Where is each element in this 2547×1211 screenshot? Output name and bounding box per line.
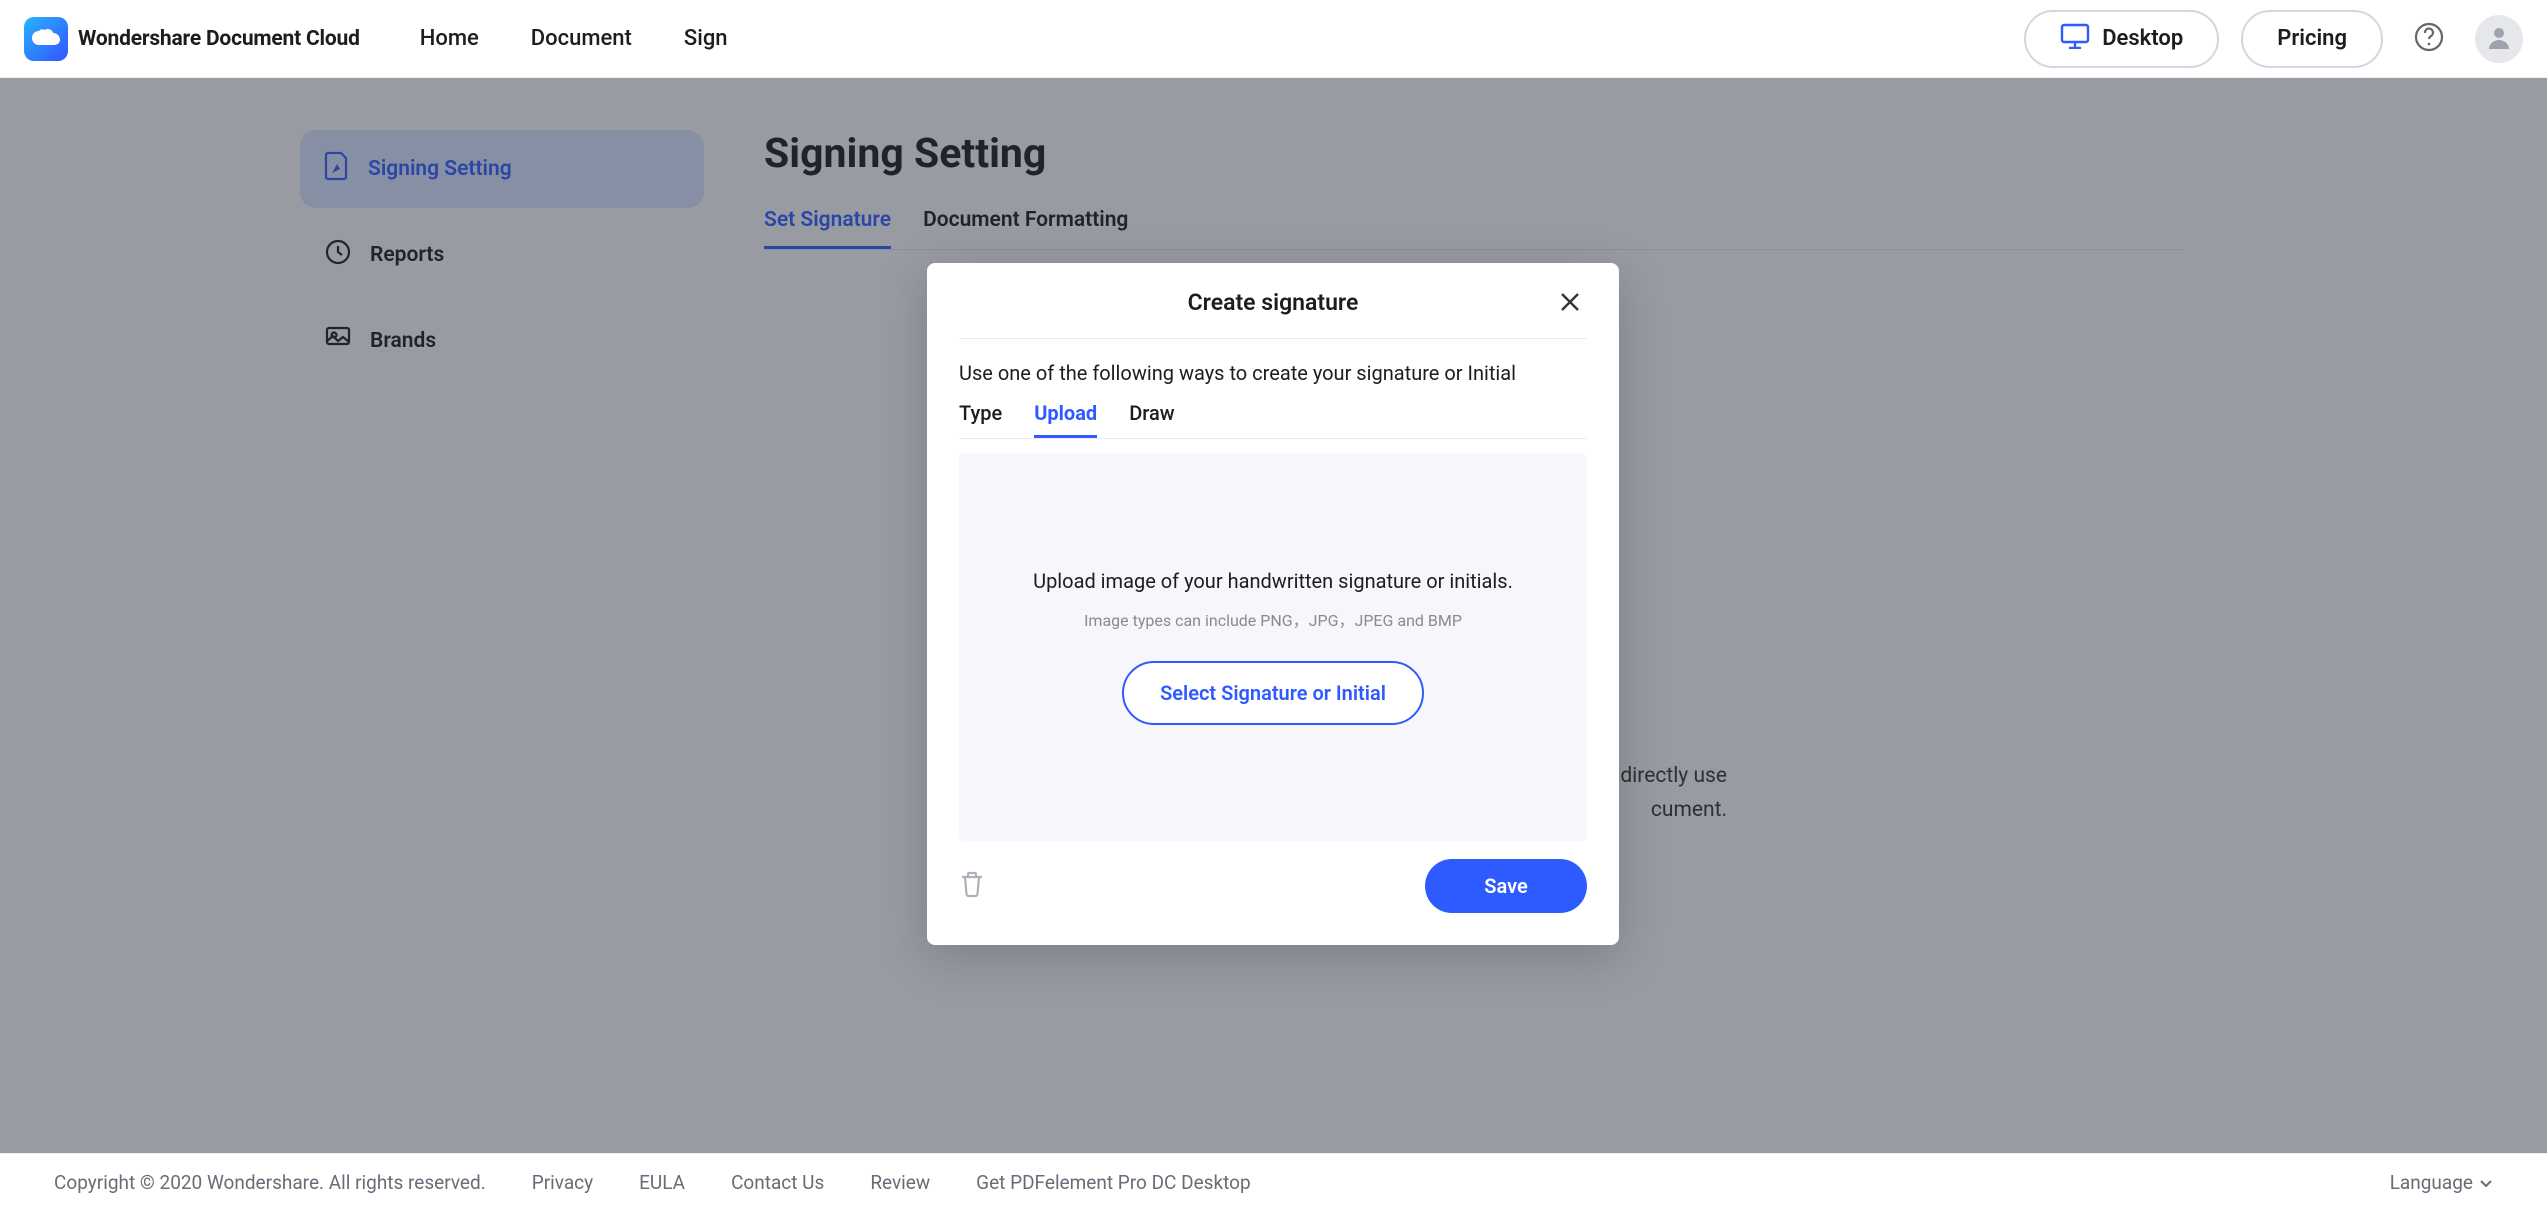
modal-title: Create signature [1188, 289, 1359, 316]
footer-contact[interactable]: Contact Us [731, 1171, 824, 1194]
close-icon [1559, 298, 1581, 317]
pricing-button[interactable]: Pricing [2241, 10, 2383, 68]
user-avatar[interactable] [2475, 15, 2523, 63]
desktop-button[interactable]: Desktop [2024, 10, 2219, 68]
chevron-down-icon [2479, 1171, 2493, 1194]
help-icon [2413, 21, 2445, 57]
desktop-label: Desktop [2102, 26, 2183, 51]
footer-get-desktop[interactable]: Get PDFelement Pro DC Desktop [976, 1171, 1251, 1194]
modal-footer: Save [959, 859, 1587, 913]
monitor-icon [2060, 23, 2090, 55]
nav-document[interactable]: Document [531, 26, 632, 51]
brand-name: Wondershare Document Cloud [78, 27, 360, 51]
footer-review[interactable]: Review [870, 1171, 930, 1194]
upload-dropzone[interactable]: Upload image of your handwritten signatu… [959, 453, 1587, 841]
upload-instruction: Upload image of your handwritten signatu… [1033, 569, 1513, 593]
modal-subtitle: Use one of the following ways to create … [959, 339, 1587, 401]
brand-logo[interactable]: Wondershare Document Cloud [24, 17, 360, 61]
app-footer: Copyright © 2020 Wondershare. All rights… [0, 1153, 2547, 1211]
save-button[interactable]: Save [1425, 859, 1587, 913]
footer-privacy[interactable]: Privacy [532, 1171, 593, 1194]
help-button[interactable] [2405, 15, 2453, 63]
select-signature-button[interactable]: Select Signature or Initial [1122, 661, 1424, 725]
trash-icon [959, 883, 985, 902]
nav-sign[interactable]: Sign [684, 26, 728, 51]
modal-close-button[interactable] [1559, 291, 1587, 319]
app-header: Wondershare Document Cloud Home Document… [0, 0, 2547, 78]
nav-home[interactable]: Home [420, 26, 479, 51]
language-label: Language [2390, 1171, 2473, 1194]
footer-left: Copyright © 2020 Wondershare. All rights… [54, 1171, 1251, 1194]
signature-tab-type[interactable]: Type [959, 401, 1002, 438]
top-nav: Home Document Sign [420, 26, 728, 51]
header-actions: Desktop Pricing [2024, 10, 2523, 68]
upload-file-types-hint: Image types can include PNG，JPG，JPEG and… [1084, 607, 1462, 631]
user-icon [2485, 23, 2513, 55]
signature-tab-upload[interactable]: Upload [1034, 401, 1097, 438]
create-signature-modal: Create signature Use one of the followin… [927, 263, 1619, 945]
footer-eula[interactable]: EULA [639, 1171, 685, 1194]
delete-signature-button[interactable] [959, 870, 985, 902]
signature-tab-draw[interactable]: Draw [1129, 401, 1174, 438]
signature-method-tabs: Type Upload Draw [959, 401, 1587, 439]
language-selector[interactable]: Language [2390, 1171, 2493, 1194]
footer-copyright: Copyright © 2020 Wondershare. All rights… [54, 1171, 486, 1194]
pricing-label: Pricing [2277, 26, 2347, 51]
logo-mark-icon [24, 17, 68, 61]
modal-header: Create signature [959, 289, 1587, 339]
